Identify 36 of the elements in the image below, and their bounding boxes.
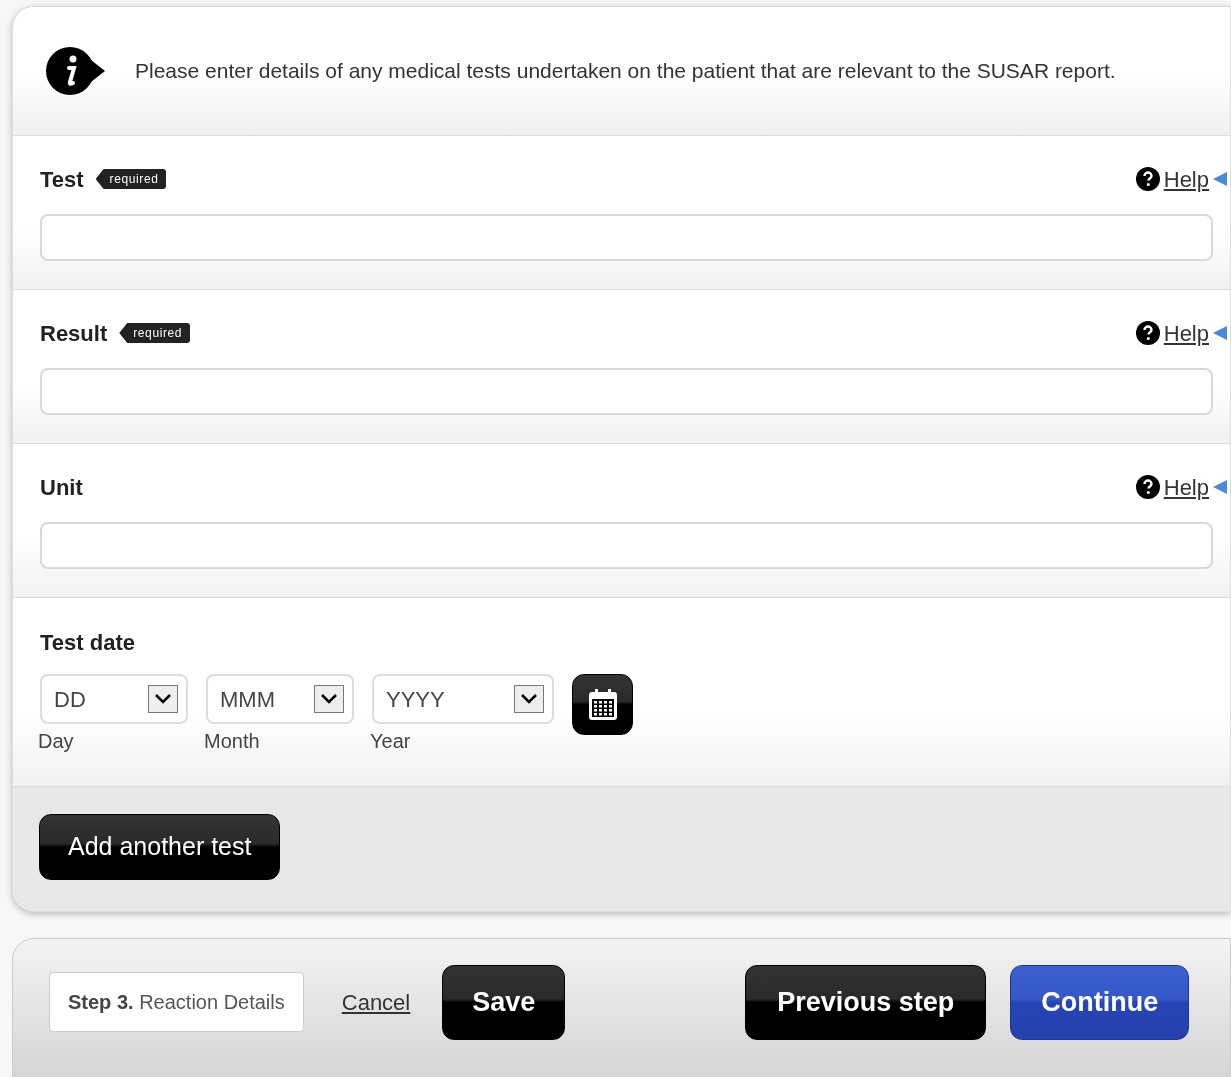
date-caption: Year — [370, 729, 412, 754]
date-select[interactable]: DD — [40, 674, 188, 724]
chevron-down-icon — [314, 685, 344, 713]
save-button[interactable]: Save — [442, 964, 566, 1040]
info-message: Please enter details of any medical tests undertaken on the patient that are relevant to the SUSAR report. — [135, 58, 1116, 85]
text-input[interactable] — [40, 368, 1213, 415]
field-label: Test — [40, 165, 84, 194]
field-label: Unit — [40, 473, 83, 502]
field-label: Test date — [40, 629, 136, 656]
cancel-link[interactable]: Cancel — [341, 985, 411, 1019]
arrow-icon — [1213, 480, 1227, 494]
add-test-button[interactable]: Add another test — [39, 814, 281, 880]
calendar-button[interactable] — [572, 674, 633, 735]
date-caption: Day — [38, 729, 75, 754]
help-icon — [1135, 321, 1160, 345]
help-link[interactable]: Help — [1163, 470, 1209, 504]
arrow-icon — [1213, 326, 1227, 340]
help-icon — [1135, 475, 1160, 499]
help-icon — [1135, 167, 1160, 191]
chevron-down-icon — [148, 685, 178, 713]
date-select[interactable]: MMM — [206, 674, 354, 724]
step-indicator: Step 3. Reaction Details — [49, 972, 304, 1032]
date-caption: Month — [204, 729, 261, 754]
required-badge: required — [95, 169, 167, 189]
text-input[interactable] — [40, 214, 1213, 261]
help-link[interactable]: Help — [1163, 162, 1209, 196]
date-select[interactable]: YYYY — [372, 674, 554, 724]
text-input[interactable] — [40, 522, 1213, 569]
arrow-icon — [1213, 172, 1227, 186]
previous-step-button[interactable]: Previous step — [745, 964, 987, 1040]
required-badge: required — [119, 323, 191, 343]
info-icon — [45, 46, 105, 96]
field-label: Result — [40, 319, 108, 348]
help-link[interactable]: Help — [1163, 316, 1209, 350]
continue-button[interactable]: Continue — [1010, 964, 1190, 1040]
chevron-down-icon — [514, 685, 544, 713]
